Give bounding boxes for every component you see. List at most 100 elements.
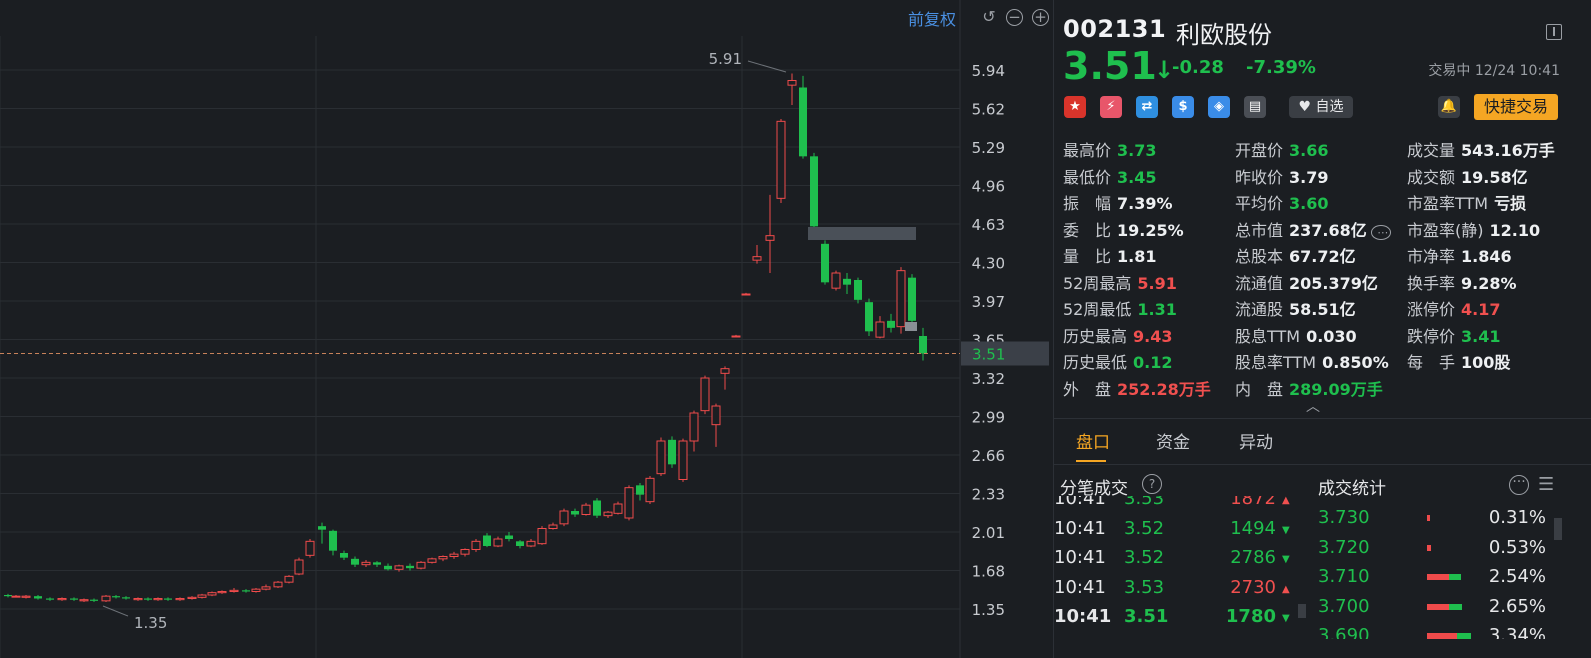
candle-body [153, 598, 163, 601]
trade-row: 10:41 3.51 1780 ▼ [1054, 606, 1294, 636]
stat-value: 289.09万手 [1289, 379, 1383, 399]
candle-body [284, 575, 294, 583]
tab-pankou[interactable]: 盘口 [1076, 428, 1110, 453]
stat-col2-2: 平均价 3.60 [1235, 190, 1329, 214]
help-icon[interactable]: ? [1142, 474, 1162, 494]
candle-body [854, 280, 862, 300]
note-icon[interactable]: ▤ [1244, 96, 1266, 118]
stat-label: 涨停价 [1407, 300, 1456, 319]
stat-col3-6: 涨停价 4.17 [1407, 296, 1501, 320]
candle-body [678, 440, 688, 480]
add-favorite-button[interactable]: ♥ 自选 [1289, 96, 1353, 118]
candle-body [351, 558, 359, 565]
stat-value: 237.68亿 [1289, 220, 1367, 240]
stat-value: 1.846 [1461, 247, 1512, 266]
stat-label: 内 盘 [1235, 379, 1284, 399]
current-price-tag: 3.51 [972, 346, 1005, 364]
zoom-in-icon[interactable]: + [1032, 9, 1049, 26]
stat-col1-8: 历史最低 0.12 [1063, 349, 1173, 373]
stat-label: 总市值 [1235, 220, 1284, 240]
trade-row: 10:41 3.53 2730 ▲ [1054, 577, 1294, 607]
panel-toggle-icon[interactable] [1546, 24, 1562, 40]
trade-row: 10:41 3.52 2786 ▼ [1054, 547, 1294, 577]
stat-col2-4: 总股本 67.72亿 [1235, 243, 1356, 267]
candle-body [144, 598, 152, 600]
candle-body [875, 321, 885, 338]
quick-trade-button[interactable]: 快捷交易 [1474, 94, 1558, 120]
dollar-icon[interactable]: $ [1172, 96, 1194, 118]
y-tick-label: 4.96 [972, 178, 1005, 196]
stat-col3-0: 成交量 543.16万手 [1407, 137, 1555, 161]
candle-body [908, 277, 916, 321]
kline-chart[interactable]: 5.945.625.294.964.634.303.973.653.322.99… [0, 0, 1052, 658]
stock-name: 利欧股份 [1176, 21, 1272, 49]
trade-time: 10:41 [1054, 576, 1106, 598]
candle-body [645, 477, 655, 503]
margin-trading-icon[interactable]: ⚡ [1100, 96, 1122, 118]
candle-body [4, 595, 12, 597]
stat-value: 亏损 [1494, 194, 1527, 213]
stat-value: 205.379亿 [1289, 273, 1378, 293]
candle-body [46, 598, 54, 600]
trade-volume: 2730 [1230, 576, 1276, 598]
more-icon[interactable]: ··· [1509, 475, 1529, 495]
stat-value: 0.12 [1133, 353, 1173, 372]
candle-body [305, 540, 315, 556]
tab-anomaly[interactable]: 异动 [1239, 428, 1273, 453]
connect-icon[interactable]: ⇄ [1136, 96, 1158, 118]
active-tab-indicator [1076, 460, 1106, 462]
stat-label: 历史最高 [1063, 326, 1128, 346]
y-tick-label: 3.97 [972, 293, 1005, 311]
chevron-up-icon[interactable]: ︿ [1306, 396, 1320, 416]
trade-volume: 2786 [1230, 547, 1276, 568]
vs-price: 3.730 [1318, 507, 1370, 528]
stat-label: 市盈率(静) [1407, 220, 1484, 240]
down-arrow-icon: ▼ [1282, 524, 1290, 536]
stat-value: 19.25% [1117, 220, 1184, 240]
candle-body [731, 335, 741, 338]
tag-icon[interactable]: ◈ [1208, 96, 1230, 118]
adjust-mode-button[interactable]: 前复权 [908, 6, 956, 30]
list-icon[interactable]: ☰ [1538, 476, 1554, 494]
candle-body [101, 595, 111, 602]
trade-volume: 1494 [1230, 517, 1276, 539]
stat-value: 3.45 [1117, 167, 1157, 187]
stat-value: 12.10 [1489, 220, 1541, 240]
stat-col2-8: 股息率TTM 0.850% [1235, 349, 1389, 373]
candle-body [603, 511, 613, 517]
kline-chart-panel[interactable]: 5.94 5.62 5.29 4.96 4.63 4.30 3.97 3.65 3.32 2.99… [0, 0, 1052, 658]
trade-status: 交易中 12/24 10:41 [1428, 63, 1560, 79]
zoom-out-icon[interactable]: − [1006, 9, 1023, 26]
stat-label: 成交额 [1407, 167, 1456, 187]
candle-body [90, 599, 98, 601]
stat-col1-1: 最低价 3.45 [1063, 164, 1157, 188]
china-flag-icon[interactable]: ★ [1064, 96, 1086, 118]
candle-body [273, 581, 283, 588]
scrollbar[interactable] [1554, 518, 1562, 540]
candle-body [164, 598, 172, 600]
vs-price: 3.690 [1318, 625, 1370, 639]
vs-bar [1427, 603, 1462, 610]
candle-body [449, 553, 459, 558]
candle-body [526, 540, 536, 547]
stat-label: 历史最低 [1063, 353, 1128, 372]
y-tick-label: 2.01 [972, 524, 1005, 542]
reset-icon[interactable]: ↺ [980, 8, 998, 26]
volume-stats-list[interactable]: 3.730 0.31% 3.720 0.53% 3.710 2.54% 3.700 2.65%… [1314, 505, 1574, 639]
trade-volume: 1780 [1225, 606, 1276, 627]
stat-label: 市净率 [1407, 247, 1456, 266]
tab-funds[interactable]: 资金 [1156, 428, 1190, 453]
trade-price: 3.53 [1124, 496, 1165, 509]
candle-body [689, 412, 699, 442]
down-arrow-icon: ▼ [1282, 613, 1290, 624]
stat-label: 昨收价 [1235, 167, 1284, 187]
candle-body [505, 535, 513, 539]
more-icon[interactable]: ⋯ [1370, 224, 1392, 240]
stat-col3-8: 每 手 100股 [1407, 349, 1510, 373]
candle-body [776, 120, 786, 199]
bell-icon[interactable]: 🔔 [1438, 96, 1460, 118]
scrollbar[interactable] [1298, 604, 1306, 618]
stat-value: 67.72亿 [1289, 247, 1356, 266]
tick-trade-list[interactable]: 10:41 3.53 1872 ▲ 10:41 3.52 1494 ▼ 10:41 3.52 278… [1054, 496, 1294, 638]
vs-pct: 3.34% [1488, 625, 1546, 639]
